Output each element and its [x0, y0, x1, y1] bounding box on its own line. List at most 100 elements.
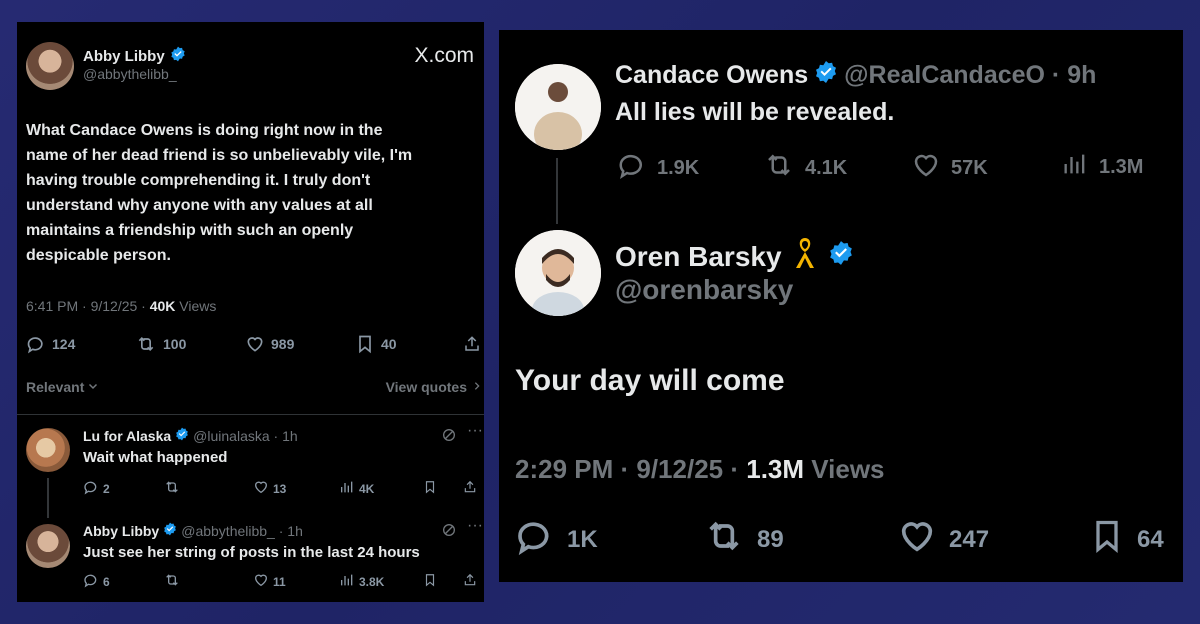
parent-views-button[interactable]: 1.3M — [1061, 150, 1143, 184]
reply-author-name[interactable]: Oren Barsky — [615, 241, 782, 273]
parent-like-button[interactable]: 57K — [911, 150, 988, 186]
reply-text: Just see her string of posts in the last… — [83, 544, 420, 561]
reply-bookmark-button[interactable]: 64 — [1089, 516, 1164, 563]
tweet-timestamp[interactable]: 6:41 PM · 9/12/25 · — [26, 298, 150, 314]
author-name[interactable]: Abby Libby — [83, 48, 165, 65]
author-avatar[interactable] — [26, 42, 74, 90]
bookmark-button[interactable]: 40 — [355, 334, 397, 354]
like-button[interactable]: 989 — [245, 334, 294, 354]
parent-repost-button[interactable]: 4.1K — [763, 150, 847, 186]
reply-handle-time[interactable]: @abbythelibb_ · 1h — [181, 523, 303, 539]
reply-icon — [515, 516, 555, 563]
heart-icon — [897, 516, 937, 563]
reply-bookmark-button[interactable] — [423, 479, 437, 498]
reply-author-name[interactable]: Lu for Alaska — [83, 428, 171, 444]
reply-author-avatar[interactable] — [26, 524, 70, 568]
reply-like-button[interactable]: 11 — [253, 572, 286, 591]
reply-handle-time[interactable]: @luinalaska · 1h — [193, 428, 298, 444]
share-icon — [463, 572, 477, 591]
more-options-icon[interactable]: ··· — [467, 422, 483, 440]
reply-views-button[interactable]: 3.8K — [339, 572, 384, 591]
bookmark-icon — [423, 572, 437, 591]
thread-line — [47, 478, 49, 518]
more-options-icon[interactable]: ··· — [467, 517, 483, 535]
heart-icon — [253, 479, 269, 498]
reply-timestamp-row: 2:29 PM · 9/12/25 · 1.3M Views — [515, 454, 885, 485]
reply-reply-button[interactable]: 2 — [83, 479, 110, 498]
verified-badge-icon — [163, 522, 177, 539]
parent-author-avatar[interactable] — [515, 64, 601, 150]
views-icon — [339, 479, 355, 498]
sort-dropdown[interactable]: Relevant — [26, 379, 99, 395]
reply-timestamp[interactable]: 2:29 PM · 9/12/25 · — [515, 454, 746, 484]
repost-icon — [163, 572, 181, 591]
reply-button[interactable]: 124 — [26, 334, 75, 354]
repost-icon — [163, 479, 181, 498]
reply-reply-button[interactable]: 1K — [515, 516, 598, 563]
reply-views-button[interactable]: 4K — [339, 479, 374, 498]
reply-count: 124 — [52, 336, 76, 352]
reply-like-button[interactable]: 13 — [253, 479, 286, 498]
chevron-down-icon — [87, 379, 99, 395]
view-quotes-link[interactable]: View quotes — [386, 379, 482, 395]
reply-count: 6 — [103, 574, 110, 589]
views-count: 3.8K — [359, 574, 385, 589]
reply-count: 1K — [567, 525, 598, 553]
tweet-timestamp-row: 6:41 PM · 9/12/25 · 40K Views — [26, 298, 216, 314]
reply-count: 1.9K — [657, 156, 700, 179]
reply-icon — [617, 150, 647, 186]
reply-tweet-text: Your day will come — [515, 364, 785, 397]
reply-author-avatar[interactable] — [26, 428, 70, 472]
heart-icon — [253, 572, 269, 591]
views-count: 1.3M — [746, 454, 805, 484]
views-label: Views — [175, 298, 217, 314]
reply-share-button[interactable] — [463, 479, 477, 498]
reply-repost-button[interactable] — [163, 479, 181, 498]
grok-icon[interactable] — [441, 427, 457, 448]
share-button[interactable] — [463, 334, 481, 354]
chevron-right-icon — [472, 379, 482, 395]
views-icon — [1061, 150, 1089, 184]
repost-button[interactable]: 100 — [135, 334, 186, 354]
like-count: 57K — [951, 156, 988, 179]
verified-badge-icon — [170, 46, 186, 66]
repost-icon — [703, 516, 745, 563]
author-handle[interactable]: @abbythelibb_ — [83, 66, 177, 82]
parent-handle-time[interactable]: @RealCandaceO · 9h — [844, 61, 1096, 90]
repost-count: 100 — [163, 336, 187, 352]
reply-share-button[interactable] — [463, 572, 477, 591]
like-count: 247 — [949, 525, 990, 553]
reply-repost-button[interactable] — [163, 572, 181, 591]
reply-author-name[interactable]: Abby Libby — [83, 523, 159, 539]
reply-text: Wait what happened — [83, 449, 228, 466]
bookmark-icon — [1089, 516, 1125, 563]
parent-author-name[interactable]: Candace Owens — [615, 61, 808, 90]
tweet-body: What Candace Owens is doing right now in… — [26, 118, 476, 268]
reply-repost-button[interactable]: 89 — [703, 516, 784, 563]
reply-like-button[interactable]: 247 — [897, 516, 989, 563]
views-icon — [339, 572, 355, 591]
views-count: 1.3M — [1099, 155, 1144, 178]
bookmark-count: 40 — [381, 336, 397, 352]
repost-count: 4.1K — [805, 156, 848, 179]
bookmark-icon — [355, 334, 375, 354]
verified-badge-icon — [175, 427, 189, 444]
reply-icon — [83, 479, 99, 498]
left-tweet-panel: Abby Libby @abbythelibb_ X.com What Cand… — [17, 22, 484, 602]
tweet-line: despicable person. — [26, 247, 171, 264]
thread-line — [556, 158, 558, 224]
share-icon — [463, 479, 477, 498]
parent-tweet-text: All lies will be revealed. — [615, 98, 895, 126]
share-icon — [463, 334, 481, 354]
views-count: 40K — [149, 298, 176, 314]
grok-icon[interactable] — [441, 522, 457, 543]
reply-author-avatar[interactable] — [515, 230, 601, 316]
reply-reply-button[interactable]: 6 — [83, 572, 110, 591]
tweet-line: What Candace Owens is doing right now in… — [26, 122, 383, 139]
parent-reply-button[interactable]: 1.9K — [617, 150, 699, 186]
reply-handle[interactable]: @orenbarsky — [615, 274, 793, 306]
like-count: 13 — [273, 481, 287, 496]
repost-icon — [763, 150, 795, 186]
reply-bookmark-button[interactable] — [423, 572, 437, 591]
heart-icon — [911, 150, 941, 186]
